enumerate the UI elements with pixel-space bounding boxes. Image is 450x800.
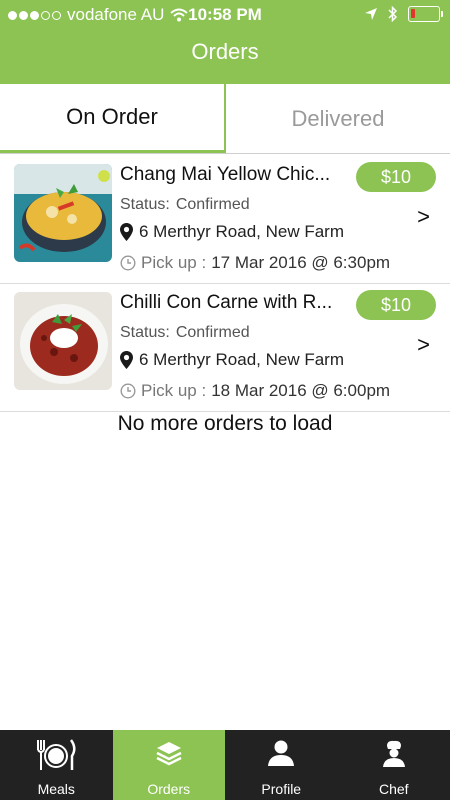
nav-bar: Orders: [0, 32, 450, 84]
order-title: Chang Mai Yellow Chic...: [120, 164, 331, 185]
page-title: Orders: [191, 39, 259, 64]
chevron-right-icon[interactable]: >: [417, 332, 430, 358]
price-badge: $10: [356, 290, 436, 320]
status-label: Status:: [120, 324, 170, 341]
location-arrow-icon: [365, 8, 377, 20]
address-text: 6 Merthyr Road, New Farm: [139, 350, 344, 369]
chilli-con-carne-photo: [14, 292, 112, 390]
price-badge: $10: [356, 162, 436, 192]
tab-label: Meals: [37, 781, 75, 797]
no-more-orders-message: No more orders to load: [117, 412, 333, 435]
tab-meals[interactable]: Meals: [0, 730, 113, 800]
pickup-address: 6 Merthyr Road, New Farm: [120, 350, 344, 370]
status-value: Confirmed: [175, 196, 250, 213]
fork-plate-knife-icon: [37, 739, 76, 770]
map-pin-icon: [120, 351, 133, 369]
person-icon: [268, 740, 295, 766]
clock-icon: [120, 383, 136, 399]
tab-on-order[interactable]: On Order: [0, 84, 226, 153]
tab-chef[interactable]: Chef: [338, 730, 450, 800]
pickup-prefix: Pick up :: [141, 253, 207, 272]
tab-label: Orders: [147, 781, 191, 797]
pickup-prefix: Pick up :: [141, 381, 207, 400]
pickup-address: 6 Merthyr Road, New Farm: [120, 222, 344, 242]
address-text: 6 Merthyr Road, New Farm: [139, 222, 344, 241]
status-label: Status:: [120, 196, 170, 213]
tab-orders[interactable]: Orders: [112, 730, 225, 800]
status-bar: vodafone AU 10:58 PM: [0, 0, 450, 32]
status-value: Confirmed: [175, 324, 250, 341]
order-tabs: On Order Delivered: [0, 84, 450, 154]
stack-layers-icon: [156, 742, 182, 766]
map-pin-icon: [120, 223, 133, 241]
pickup-datetime: 18 Mar 2016 @ 6:00pm: [211, 381, 391, 400]
chef-icon: [382, 740, 405, 767]
clock-icon: [120, 255, 136, 271]
order-row[interactable]: Chilli Con Carne with R... $10 Status: Co…: [0, 284, 450, 412]
order-title: Chilli Con Carne with R...: [120, 292, 333, 313]
yellow-curry-photo: [14, 164, 112, 262]
battery-icon: [408, 6, 443, 22]
tab-label: Profile: [261, 781, 302, 797]
pickup-datetime: 17 Mar 2016 @ 6:30pm: [211, 253, 391, 272]
tab-label: Chef: [378, 781, 409, 797]
bluetooth-icon: [388, 6, 398, 22]
status-right: [364, 6, 443, 22]
battery-level: [411, 9, 415, 18]
tab-profile[interactable]: Profile: [225, 730, 338, 800]
chevron-right-icon[interactable]: >: [417, 204, 430, 230]
tab-delivered[interactable]: Delivered: [226, 84, 450, 153]
pickup-time: Pick up :18 Mar 2016 @ 6:00pm: [120, 381, 390, 401]
order-status: Status: Confirmed: [120, 324, 250, 342]
bottom-tab-bar: Meals Orders Profile Chef: [0, 730, 450, 800]
order-status: Status: Confirmed: [120, 196, 250, 214]
pickup-time: Pick up :17 Mar 2016 @ 6:30pm: [120, 253, 390, 273]
order-row[interactable]: Chang Mai Yellow Chic... $10 Status: Conf…: [0, 156, 450, 284]
